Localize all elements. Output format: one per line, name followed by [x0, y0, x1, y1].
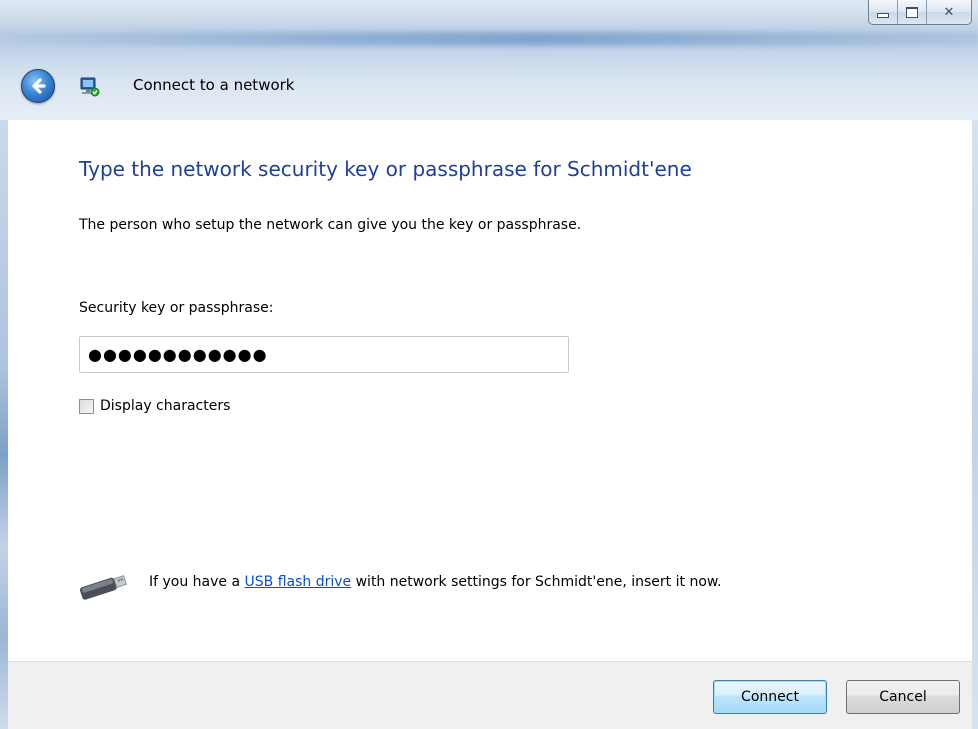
- window-frame-right: [972, 120, 978, 729]
- title-bar: ✕ Connect to a network: [0, 0, 978, 120]
- display-characters-label[interactable]: Display characters: [100, 398, 230, 414]
- content-area: Type the network security key or passphr…: [8, 120, 972, 661]
- window-frame-left: [0, 120, 8, 729]
- close-icon: ✕: [943, 4, 955, 20]
- display-characters-option[interactable]: Display characters: [79, 398, 230, 414]
- window-title: Connect to a network: [133, 76, 295, 94]
- back-arrow-icon: [32, 78, 46, 94]
- usb-flash-drive-link[interactable]: USB flash drive: [245, 574, 352, 590]
- maximize-button[interactable]: [898, 0, 927, 24]
- page-description: The person who setup the network can giv…: [79, 217, 582, 233]
- page-title: Type the network security key or passphr…: [79, 157, 692, 181]
- minimize-button[interactable]: [869, 0, 898, 24]
- connect-button[interactable]: Connect: [713, 680, 827, 714]
- security-key-label: Security key or passphrase:: [79, 300, 274, 316]
- usb-hint-suffix: with network settings for Schmidt'ene, i…: [351, 574, 722, 590]
- network-icon: [80, 77, 100, 97]
- security-key-input[interactable]: ●●●●●●●●●●●●: [79, 336, 569, 373]
- back-button[interactable]: [21, 69, 55, 103]
- dialog-footer: Connect Cancel: [8, 661, 972, 729]
- usb-hint-prefix: If you have a: [149, 574, 245, 590]
- usb-drive-icon: [80, 575, 128, 600]
- close-button[interactable]: ✕: [927, 0, 971, 24]
- cancel-button[interactable]: Cancel: [846, 680, 960, 714]
- maximize-icon: [906, 6, 918, 18]
- display-characters-checkbox[interactable]: [79, 398, 94, 414]
- minimize-icon: [877, 12, 889, 18]
- usb-hint-text: If you have a USB flash drive with netwo…: [149, 574, 722, 590]
- caption-buttons: ✕: [868, 0, 972, 25]
- connect-to-network-window: ✕ Connect to a network Type the network …: [0, 0, 978, 729]
